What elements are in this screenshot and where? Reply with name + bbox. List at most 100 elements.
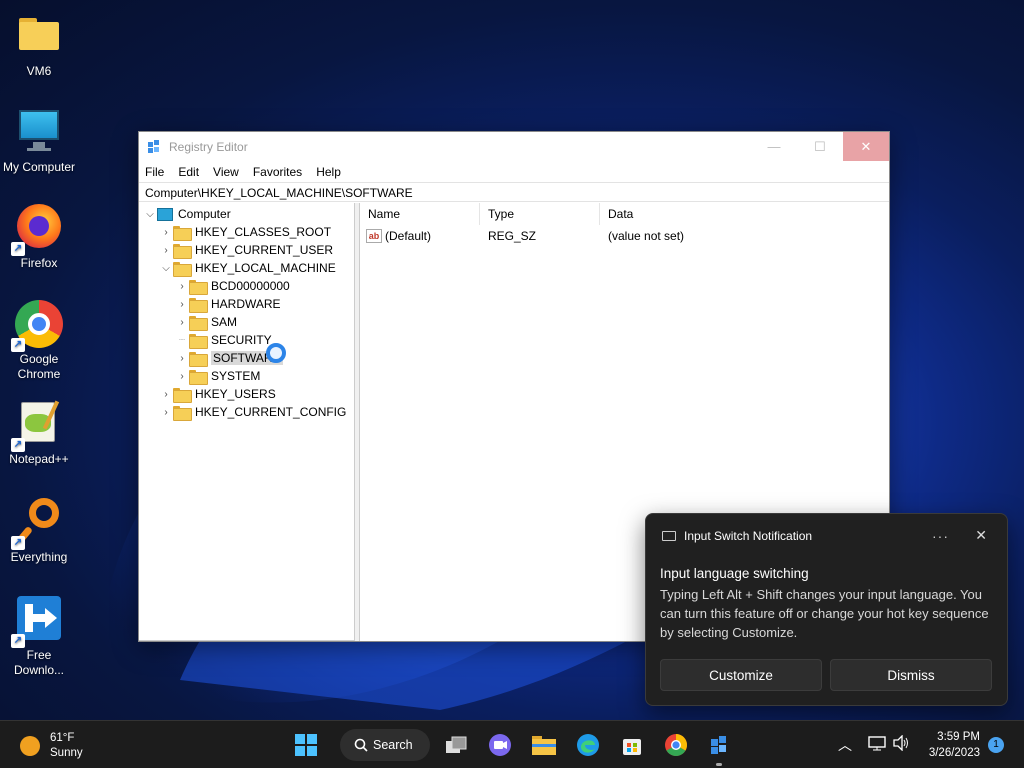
taskbar-search[interactable]: Search <box>340 729 430 761</box>
menu-edit[interactable]: Edit <box>178 165 199 179</box>
tree-node-security[interactable]: ┈ SECURITY <box>175 331 272 349</box>
tree-node-hku[interactable]: › HKEY_USERS <box>159 385 276 403</box>
busy-cursor-icon <box>266 343 286 363</box>
column-header-name[interactable]: Name <box>360 203 480 225</box>
expand-chevron-icon[interactable]: › <box>175 281 189 292</box>
close-button[interactable]: ✕ <box>843 132 889 161</box>
expand-chevron-icon[interactable]: › <box>175 299 189 310</box>
shortcut-arrow-icon: ↗ <box>11 634 25 648</box>
taskbar: 61°F Sunny Search ︿ 3:59 PM 3/26/2023 1 <box>0 720 1024 768</box>
folder-icon <box>189 369 208 385</box>
expand-chevron-icon[interactable]: › <box>159 227 173 238</box>
desktop-icon-everything[interactable]: ↗ Everything <box>0 498 78 565</box>
menu-help[interactable]: Help <box>316 165 341 179</box>
tree-node-hkcc[interactable]: › HKEY_CURRENT_CONFIG <box>159 403 346 421</box>
tree-node-label: BCD00000000 <box>211 279 290 293</box>
chrome-taskbar-button[interactable] <box>662 731 690 759</box>
desktop-icon-my-computer[interactable]: My Computer <box>0 108 78 175</box>
customize-button[interactable]: Customize <box>660 659 822 691</box>
collapse-chevron-icon[interactable]: ⌵ <box>159 263 173 274</box>
string-value-icon: ab <box>366 229 382 244</box>
tree-node-sam[interactable]: › SAM <box>175 313 237 331</box>
desktop-icon-chrome[interactable]: ↗ Google Chrome <box>0 300 78 382</box>
tree-node-hardware[interactable]: › HARDWARE <box>175 295 281 313</box>
desktop-icon-label: My Computer <box>2 160 76 174</box>
tree-node-computer[interactable]: ⌵ Computer <box>143 205 231 223</box>
key-tree: ⌵ Computer › HKEY_CLASSES_ROOT › HKEY_CU… <box>139 203 355 641</box>
column-header-data[interactable]: Data <box>600 203 760 225</box>
maximize-button[interactable]: ☐ <box>797 132 843 161</box>
task-view-button[interactable] <box>442 731 470 759</box>
tree-node-hkcu[interactable]: › HKEY_CURRENT_USER <box>159 241 333 259</box>
volume-icon[interactable] <box>892 734 910 754</box>
folder-icon <box>173 225 192 241</box>
desktop-icon-label: Firefox <box>20 256 58 270</box>
close-icon[interactable]: ✕ <box>975 527 987 544</box>
notification-title: Input language switching <box>660 566 809 581</box>
teams-chat-button[interactable] <box>486 731 514 759</box>
tree-node-system[interactable]: › SYSTEM <box>175 367 260 385</box>
expand-chevron-icon[interactable]: › <box>175 353 189 364</box>
tree-node-hklm[interactable]: ⌵ HKEY_LOCAL_MACHINE <box>159 259 336 277</box>
collapse-chevron-icon[interactable]: ⌵ <box>143 209 157 220</box>
column-header-type[interactable]: Type <box>480 203 600 225</box>
menu-favorites[interactable]: Favorites <box>253 165 302 179</box>
desktop-icon-vm6[interactable]: VM6 <box>0 12 78 79</box>
edge-button[interactable] <box>574 731 602 759</box>
value-data: (value not set) <box>608 229 685 243</box>
clock-time: 3:59 PM <box>937 731 980 743</box>
maximize-icon: ☐ <box>814 138 826 154</box>
tree-node-label: Computer <box>178 207 231 221</box>
expand-chevron-icon[interactable]: › <box>159 245 173 256</box>
clock[interactable]: 3:59 PM 3/26/2023 <box>929 729 980 761</box>
close-icon: ✕ <box>860 138 872 154</box>
registry-editor-taskbar-button[interactable] <box>706 731 734 759</box>
expand-chevron-icon[interactable]: › <box>175 317 189 328</box>
more-options-icon[interactable]: ··· <box>932 528 949 544</box>
show-hidden-icons-chevron-icon[interactable]: ︿ <box>838 735 852 755</box>
notification-badge[interactable]: 1 <box>988 737 1004 753</box>
expand-chevron-icon[interactable]: › <box>159 389 173 400</box>
address-bar[interactable]: Computer\HKEY_LOCAL_MACHINE\SOFTWARE <box>139 182 889 202</box>
folder-icon <box>15 12 63 60</box>
desktop-icon-firefox[interactable]: ↗ Firefox <box>0 204 78 271</box>
shortcut-arrow-icon: ↗ <box>11 536 25 550</box>
desktop-icon-label: Google Chrome <box>17 352 61 381</box>
folder-icon <box>189 297 208 313</box>
expand-chevron-icon[interactable]: › <box>159 407 173 418</box>
folder-icon <box>173 405 192 421</box>
start-button[interactable] <box>292 731 320 759</box>
menu-file[interactable]: File <box>145 165 164 179</box>
expand-chevron-icon[interactable]: › <box>175 371 189 382</box>
dismiss-button[interactable]: Dismiss <box>830 659 992 691</box>
clock-date: 3/26/2023 <box>928 747 980 759</box>
search-icon <box>354 738 368 752</box>
weather-condition: Sunny <box>50 747 83 759</box>
shortcut-arrow-icon: ↗ <box>11 242 25 256</box>
tree-node-hkcr[interactable]: › HKEY_CLASSES_ROOT <box>159 223 331 241</box>
tree-node-label: HKEY_USERS <box>195 387 276 401</box>
desktop-icon-label: Notepad++ <box>9 452 69 466</box>
title-bar[interactable]: Registry Editor — ☐ ✕ <box>139 132 889 162</box>
store-button[interactable] <box>618 731 646 759</box>
registry-editor-icon <box>711 736 726 754</box>
tree-node-label: SAM <box>211 315 238 329</box>
desktop-icon-notepadpp[interactable]: ↗ Notepad++ <box>0 400 78 467</box>
minimize-button[interactable]: — <box>751 132 797 161</box>
tree-node-bcd[interactable]: › BCD00000000 <box>175 277 290 295</box>
network-icon[interactable] <box>868 735 886 754</box>
weather-widget[interactable]: 61°F Sunny <box>20 731 83 761</box>
tree-node-label: SYSTEM <box>211 369 261 383</box>
download-manager-icon: ↗ <box>11 596 63 648</box>
desktop-icon-free-download[interactable]: ↗ Free Downlo... <box>0 596 78 678</box>
shortcut-arrow-icon: ↗ <box>11 338 25 352</box>
value-row[interactable]: ab (Default) REG_SZ (value not set) <box>360 225 889 247</box>
menu-bar: File Edit View Favorites Help <box>139 162 889 182</box>
notepadpp-icon: ↗ <box>11 400 63 452</box>
tree-node-label: SECURITY <box>211 333 272 347</box>
file-explorer-button[interactable] <box>530 731 558 759</box>
menu-view[interactable]: View <box>213 165 239 179</box>
list-header: Name Type Data <box>360 203 889 225</box>
folder-icon <box>173 261 192 277</box>
firefox-icon: ↗ <box>11 204 63 256</box>
